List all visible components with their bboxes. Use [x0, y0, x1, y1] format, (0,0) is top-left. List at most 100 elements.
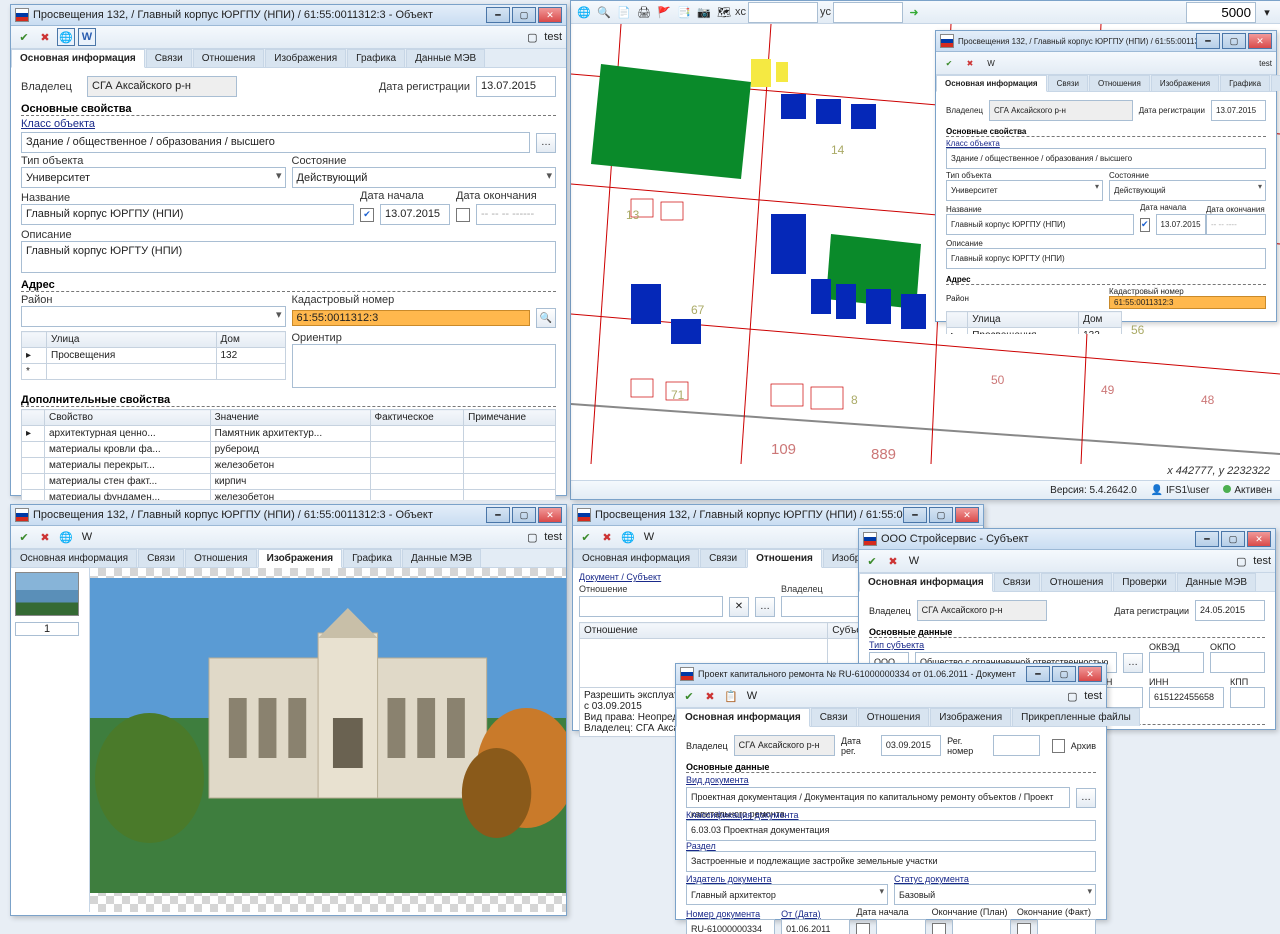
tab-mev[interactable]: Данные МЭВ — [402, 549, 481, 567]
tool-icon[interactable]: 🌐 — [575, 3, 593, 21]
cancel-icon[interactable]: ✖ — [36, 28, 54, 46]
doctype-value[interactable]: Проектная документация / Документация по… — [686, 787, 1070, 808]
go-icon[interactable]: ➜ — [905, 3, 923, 21]
status-combo[interactable]: Базовый — [894, 884, 1096, 905]
tab-images[interactable]: Изображения — [258, 549, 342, 568]
tab-links[interactable]: Связи — [1048, 75, 1088, 91]
relation-input[interactable] — [579, 596, 723, 617]
tab-main[interactable]: Основная информация — [676, 708, 810, 727]
globe-icon[interactable]: 🌐 — [57, 28, 75, 46]
tab-relations[interactable]: Отношения — [193, 49, 265, 67]
tool-icon[interactable]: 🔍 — [595, 3, 613, 21]
regdate-value[interactable]: 24.05.2015 — [1195, 600, 1265, 621]
scale-dropdown-icon[interactable]: ▾ — [1258, 3, 1276, 21]
close-button[interactable]: ✕ — [1078, 666, 1102, 682]
class-label[interactable]: Классификация документа — [686, 810, 1096, 820]
tab-links[interactable]: Связи — [138, 549, 184, 567]
minimize-button[interactable]: ━ — [1195, 531, 1219, 547]
browse-button[interactable]: … — [1076, 788, 1096, 808]
tab-mev[interactable]: Данные МЭВ — [1177, 573, 1256, 591]
word-icon[interactable]: W — [640, 528, 658, 546]
owner-value[interactable]: СГА Аксайского р-н — [87, 76, 237, 97]
close-button[interactable]: ✕ — [955, 507, 979, 523]
tab-files[interactable]: Прикрепленные файлы — [1012, 708, 1140, 726]
doctype-label[interactable]: Вид документа — [686, 775, 1096, 785]
check-icon[interactable]: ✔ — [15, 528, 33, 546]
close-button[interactable]: ✕ — [1248, 33, 1272, 49]
tab-graphics[interactable]: Графика — [343, 549, 401, 567]
section-extra[interactable]: Дополнительные свойства — [21, 394, 556, 407]
section-main[interactable]: Основные данные — [869, 627, 1265, 638]
browse-button[interactable]: … — [755, 597, 775, 617]
cancel-icon[interactable]: ✖ — [884, 552, 902, 570]
endfact-check[interactable] — [1017, 923, 1031, 934]
browse-button[interactable]: … — [1123, 653, 1143, 673]
tool-icon[interactable]: 📋 — [722, 687, 740, 705]
start-check[interactable] — [856, 923, 870, 934]
regnum-input[interactable] — [993, 735, 1040, 756]
end-value[interactable]: -- -- -- ------ — [476, 204, 556, 225]
tab-main[interactable]: Основная информация — [11, 549, 137, 567]
clear-button[interactable]: ✕ — [729, 597, 749, 617]
class-value[interactable]: Здание / общественное / образования / вы… — [21, 132, 530, 153]
tab-links[interactable]: Связи — [146, 49, 192, 67]
start-value[interactable]: 13.07.2015 — [380, 204, 450, 225]
tab-relations[interactable]: Отношения — [1089, 75, 1150, 91]
from-value[interactable]: 01.06.2011 — [781, 919, 850, 934]
tab-main[interactable]: Основная информация — [11, 49, 145, 68]
section-main[interactable]: Основные свойства — [21, 103, 556, 116]
tab-main[interactable]: Основная информация — [859, 573, 993, 592]
image-viewer[interactable] — [90, 568, 566, 912]
cancel-icon[interactable]: ✖ — [961, 54, 979, 72]
tab-main[interactable]: Основная информация — [936, 75, 1047, 92]
okved-input[interactable] — [1149, 652, 1204, 673]
state-combo[interactable]: Действующий — [292, 167, 557, 188]
minimize-button[interactable]: ━ — [486, 7, 510, 23]
close-button[interactable]: ✕ — [538, 7, 562, 23]
tab-main[interactable]: Основная информация — [573, 549, 699, 567]
tab-images[interactable]: Изображения — [265, 49, 346, 67]
maximize-button[interactable]: ▢ — [1052, 666, 1076, 682]
tab-relations[interactable]: Отношения — [858, 708, 930, 726]
globe-icon[interactable]: 🌐 — [619, 528, 637, 546]
class-value[interactable]: 6.03.03 Проектная документация — [686, 820, 1096, 841]
maximize-button[interactable]: ▢ — [1222, 33, 1246, 49]
flag-icon[interactable]: 🚩 — [655, 3, 673, 21]
type-combo[interactable]: Университет — [21, 167, 286, 188]
minimize-button[interactable]: ━ — [903, 507, 927, 523]
region-combo[interactable] — [21, 306, 286, 327]
tool-icon[interactable]: 🗺 — [715, 3, 733, 21]
tab-graphics[interactable]: Графика — [1220, 75, 1270, 91]
tab-checks[interactable]: Проверки — [1113, 573, 1176, 591]
titlebar[interactable]: Просвещения 132, / Главный корпус ЮРГПУ … — [11, 5, 566, 26]
regdate-value[interactable]: 03.09.2015 — [881, 735, 941, 756]
word-icon[interactable]: W — [78, 528, 96, 546]
minimize-button[interactable]: ━ — [1196, 33, 1220, 49]
section-value[interactable]: Застроенные и подлежащие застройке земел… — [686, 851, 1096, 872]
card-icon[interactable]: ▢ — [523, 28, 541, 46]
section-main[interactable]: Основные данные — [686, 762, 1096, 773]
tab-links[interactable]: Связи — [811, 708, 857, 726]
owner-value[interactable]: СГА Аксайского р-н — [734, 735, 835, 756]
status-label[interactable]: Статус документа — [894, 874, 1096, 884]
docnum-label[interactable]: Номер документа — [686, 909, 775, 919]
desc-input[interactable]: Главный корпус ЮРГТУ (НПИ) — [21, 241, 556, 273]
regdate-value[interactable]: 13.07.2015 — [476, 76, 556, 97]
tool-icon[interactable]: 📷 — [695, 3, 713, 21]
tab-links[interactable]: Связи — [700, 549, 746, 567]
endplan-check[interactable] — [932, 923, 946, 934]
tab-images[interactable]: Изображения — [930, 708, 1011, 726]
endplan-input[interactable] — [952, 919, 1011, 934]
cancel-icon[interactable]: ✖ — [598, 528, 616, 546]
close-button[interactable]: ✕ — [1247, 531, 1271, 547]
check-icon[interactable]: ✔ — [15, 28, 33, 46]
scale-input[interactable] — [1186, 2, 1256, 23]
word-icon[interactable]: W — [982, 54, 1000, 72]
word-icon[interactable]: W — [78, 28, 96, 46]
section-address[interactable]: Адрес — [21, 279, 556, 292]
maximize-button[interactable]: ▢ — [512, 7, 536, 23]
cadnum-value[interactable]: 61:55:0011312:3 — [292, 310, 531, 326]
tab-graphics[interactable]: Графика — [347, 49, 405, 67]
issuer-combo[interactable]: Главный архитектор — [686, 884, 888, 905]
orient-input[interactable] — [292, 344, 557, 388]
